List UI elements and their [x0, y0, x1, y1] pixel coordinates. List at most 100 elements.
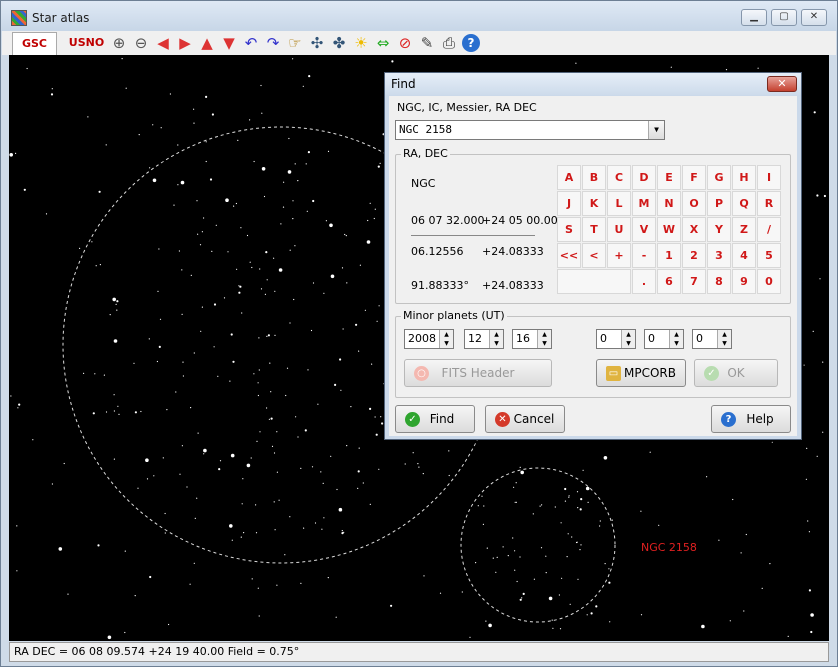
- hour-stepper[interactable]: 0 ▲ ▼: [596, 329, 636, 349]
- second-stepper[interactable]: 0 ▲ ▼: [692, 329, 732, 349]
- keypad-key[interactable]: 3: [707, 243, 731, 268]
- keypad-key[interactable]: .: [632, 269, 656, 294]
- stepper-arrows-icon[interactable]: ▲ ▼: [717, 330, 731, 348]
- keypad-key[interactable]: M: [632, 191, 656, 216]
- keypad-key[interactable]: E: [657, 165, 681, 190]
- minute-stepper[interactable]: 0 ▲ ▼: [644, 329, 684, 349]
- stepper-arrows-icon[interactable]: ▲ ▼: [669, 330, 683, 348]
- chart-b-icon[interactable]: ✤: [330, 34, 348, 52]
- keypad-key[interactable]: C: [607, 165, 631, 190]
- help-icon[interactable]: ?: [462, 34, 480, 52]
- print-icon[interactable]: ⎙: [440, 34, 458, 52]
- star: [670, 66, 672, 68]
- keypad-key[interactable]: Y: [707, 217, 731, 242]
- rotate-left-icon[interactable]: ↶: [242, 34, 260, 52]
- sun-icon[interactable]: ☀: [352, 34, 370, 52]
- find-label: Find: [429, 412, 455, 426]
- stepper-arrows-icon[interactable]: ▲ ▼: [439, 330, 453, 348]
- star: [231, 539, 233, 541]
- keypad-key[interactable]: 4: [732, 243, 756, 268]
- star: [391, 60, 394, 63]
- help-button[interactable]: ? Help: [711, 405, 791, 433]
- day-stepper[interactable]: 16 ▲ ▼: [512, 329, 552, 349]
- cancel-button[interactable]: ✕ Cancel: [485, 405, 565, 433]
- star: [586, 614, 588, 616]
- zoom-in-icon[interactable]: ⊕: [110, 34, 128, 52]
- minimize-button[interactable]: ▁: [741, 9, 767, 26]
- arrow-right-icon[interactable]: ▶: [176, 34, 194, 52]
- wrench-icon[interactable]: ✎: [418, 34, 436, 52]
- keypad-key[interactable]: <: [582, 243, 606, 268]
- stepper-arrows-icon[interactable]: ▲ ▼: [489, 330, 503, 348]
- arrow-down-icon[interactable]: ▼: [220, 34, 238, 52]
- keypad-key[interactable]: 2: [682, 243, 706, 268]
- keypad-key[interactable]: O: [682, 191, 706, 216]
- stepper-arrows-icon[interactable]: ▲ ▼: [537, 330, 551, 348]
- keypad-key[interactable]: <<: [557, 243, 581, 268]
- keypad-key[interactable]: X: [682, 217, 706, 242]
- star: [238, 285, 240, 287]
- chart-a-icon[interactable]: ✣: [308, 34, 326, 52]
- close-button[interactable]: ✕: [801, 9, 827, 26]
- mpcorb-button[interactable]: ▭ MPCORB: [596, 359, 686, 387]
- keypad-key[interactable]: D: [632, 165, 656, 190]
- chevron-down-icon[interactable]: ▼: [648, 121, 664, 139]
- star: [116, 309, 118, 311]
- keypad-key[interactable]: 1: [657, 243, 681, 268]
- keypad-key[interactable]: I: [757, 165, 781, 190]
- ok-button[interactable]: ✓ OK: [694, 359, 778, 387]
- keypad-key[interactable]: H: [732, 165, 756, 190]
- stepper-arrows-icon[interactable]: ▲ ▼: [621, 330, 635, 348]
- tab-gsc[interactable]: GSC: [12, 32, 57, 55]
- object-query-combo[interactable]: NGC 2158 ▼: [395, 120, 665, 140]
- star: [266, 279, 268, 281]
- keypad-key[interactable]: J: [557, 191, 581, 216]
- keypad-key[interactable]: F: [682, 165, 706, 190]
- zoom-out-icon[interactable]: ⊖: [132, 34, 150, 52]
- keypad-key[interactable]: N: [657, 191, 681, 216]
- keypad-key[interactable]: A: [557, 165, 581, 190]
- hand-icon[interactable]: ☞: [286, 34, 304, 52]
- star: [203, 453, 205, 455]
- maximize-button[interactable]: ▢: [771, 9, 797, 26]
- keypad-key[interactable]: +: [607, 243, 631, 268]
- arrow-up-icon[interactable]: ▲: [198, 34, 216, 52]
- keypad-key[interactable]: G: [707, 165, 731, 190]
- keypad-key[interactable]: -: [632, 243, 656, 268]
- keypad-key[interactable]: 0: [757, 269, 781, 294]
- keypad-key[interactable]: 7: [682, 269, 706, 294]
- keypad-key[interactable]: U: [607, 217, 631, 242]
- month-stepper[interactable]: 12 ▲ ▼: [464, 329, 504, 349]
- keypad-key[interactable]: T: [582, 217, 606, 242]
- keypad-key[interactable]: B: [582, 165, 606, 190]
- keypad-key[interactable]: L: [607, 191, 631, 216]
- star: [608, 581, 611, 584]
- keypad-key[interactable]: V: [632, 217, 656, 242]
- keypad-key[interactable]: 5: [757, 243, 781, 268]
- star: [134, 411, 137, 414]
- keypad-key[interactable]: 9: [732, 269, 756, 294]
- keypad-key[interactable]: Z: [732, 217, 756, 242]
- swap-icon[interactable]: ⇔: [374, 34, 392, 52]
- star: [448, 474, 450, 477]
- rotate-right-icon[interactable]: ↷: [264, 34, 282, 52]
- year-stepper[interactable]: 2008 ▲ ▼: [404, 329, 454, 349]
- keypad-key[interactable]: 6: [657, 269, 681, 294]
- keypad-key[interactable]: P: [707, 191, 731, 216]
- keypad-key[interactable]: R: [757, 191, 781, 216]
- keypad-key[interactable]: 8: [707, 269, 731, 294]
- arrow-left-icon[interactable]: ◀: [154, 34, 172, 52]
- keypad-key[interactable]: /: [757, 217, 781, 242]
- find-button[interactable]: ✓ Find: [395, 405, 475, 433]
- find-close-button[interactable]: ✕: [767, 76, 797, 92]
- fits-header-button[interactable]: ○ FITS Header: [404, 359, 552, 387]
- star: [186, 486, 188, 488]
- star: [273, 501, 275, 503]
- keypad-key[interactable]: S: [557, 217, 581, 242]
- tab-usno[interactable]: USNO: [64, 32, 109, 55]
- keypad-key[interactable]: W: [657, 217, 681, 242]
- star: [246, 234, 249, 237]
- stop-icon[interactable]: ⊘: [396, 34, 414, 52]
- keypad-key[interactable]: Q: [732, 191, 756, 216]
- keypad-key[interactable]: K: [582, 191, 606, 216]
